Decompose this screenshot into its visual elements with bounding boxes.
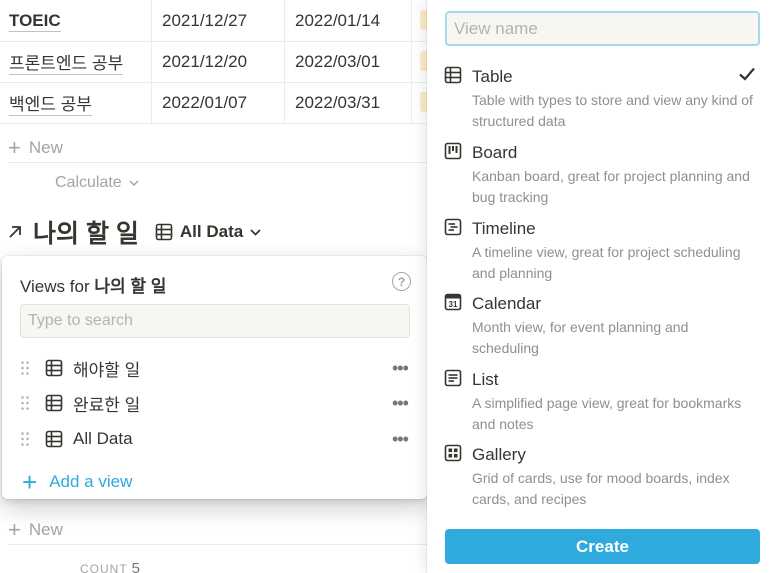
more-options-icon[interactable]: ••• bbox=[392, 358, 409, 379]
view-type-name: Board bbox=[472, 143, 518, 162]
view-item[interactable]: 해야할 일 ••• bbox=[2, 351, 427, 385]
help-icon[interactable]: ? bbox=[392, 272, 411, 291]
view-type-name: Timeline bbox=[472, 219, 536, 238]
table-row[interactable]: 프론트엔드 공부 2021/12/20 2022/03/01 bbox=[0, 41, 430, 83]
view-label: All Data bbox=[73, 429, 133, 448]
view-label: 완료한 일 bbox=[73, 395, 141, 415]
more-options-icon[interactable]: ••• bbox=[392, 429, 409, 450]
calendar-icon: 31 bbox=[444, 293, 462, 311]
new-row-button[interactable]: + New bbox=[8, 133, 428, 163]
view-type-description: A timeline view, great for project sched… bbox=[472, 244, 741, 281]
start-date-cell[interactable]: 2021/12/20 bbox=[162, 41, 247, 83]
view-type-name: List bbox=[472, 370, 499, 389]
view-type-description: Month view, for event planning and sched… bbox=[472, 319, 689, 356]
row-name-cell[interactable]: 프론트엔드 공부 bbox=[9, 41, 124, 83]
end-date-cell[interactable]: 2022/03/01 bbox=[295, 41, 380, 83]
view-type-name: Table bbox=[472, 67, 513, 86]
more-options-icon[interactable]: ••• bbox=[392, 393, 409, 414]
view-item[interactable]: 완료한 일 ••• bbox=[2, 386, 427, 420]
end-date-cell[interactable]: 2022/01/14 bbox=[295, 0, 380, 42]
plus-icon: + bbox=[8, 516, 21, 542]
view-type-name: Gallery bbox=[472, 445, 526, 464]
database-header: 나의 할 일 All Data bbox=[7, 214, 261, 250]
start-date-cell[interactable]: 2021/12/27 bbox=[162, 0, 247, 42]
view-type-gallery[interactable]: Gallery Grid of cards, use for mood boar… bbox=[427, 444, 773, 510]
view-label: 해야할 일 bbox=[73, 360, 141, 380]
plus-icon: + bbox=[8, 134, 21, 160]
view-type-calendar[interactable]: 31 Calendar Month view, for event planni… bbox=[427, 293, 773, 359]
svg-text:31: 31 bbox=[449, 300, 458, 309]
table-row[interactable]: 백엔드 공부 2022/01/07 2022/03/31 bbox=[0, 82, 430, 124]
new-view-panel: Table Table with types to store and view… bbox=[427, 0, 773, 573]
add-view-button[interactable]: + Add a view bbox=[22, 469, 132, 495]
link-arrow-icon[interactable] bbox=[7, 224, 23, 240]
view-type-board[interactable]: Board Kanban board, great for project pl… bbox=[427, 142, 773, 208]
table-icon bbox=[45, 394, 63, 412]
list-icon bbox=[444, 369, 462, 387]
drag-handle-icon[interactable] bbox=[20, 431, 30, 447]
view-search-input[interactable] bbox=[20, 304, 410, 338]
calculate-button[interactable]: Calculate bbox=[55, 174, 139, 192]
drag-handle-icon[interactable] bbox=[20, 360, 30, 376]
end-date-cell[interactable]: 2022/03/31 bbox=[295, 82, 380, 124]
view-type-description: Table with types to store and view any k… bbox=[472, 92, 753, 129]
table-row[interactable]: TOEIC 2021/12/27 2022/01/14 bbox=[0, 0, 430, 42]
start-date-cell[interactable]: 2022/01/07 bbox=[162, 82, 247, 124]
table-icon bbox=[444, 66, 462, 84]
table-icon bbox=[45, 430, 63, 448]
view-name-input[interactable] bbox=[445, 11, 760, 46]
view-selector[interactable]: All Data bbox=[155, 222, 261, 242]
views-popup-header: Views for 나의 할 일 bbox=[20, 277, 167, 296]
row-name-cell[interactable]: 백엔드 공부 bbox=[9, 82, 92, 124]
table-icon bbox=[155, 223, 173, 241]
board-icon bbox=[444, 142, 462, 160]
count-summary[interactable]: COUNT 5 bbox=[80, 560, 140, 573]
gallery-icon bbox=[444, 444, 462, 462]
view-type-name: Calendar bbox=[472, 294, 541, 313]
drag-handle-icon[interactable] bbox=[20, 395, 30, 411]
new-row-button[interactable]: + New bbox=[8, 515, 428, 545]
timeline-icon bbox=[444, 218, 462, 236]
checkmark-icon bbox=[739, 67, 755, 81]
view-type-description: A simplified page view, great for bookma… bbox=[472, 395, 742, 432]
views-popup: Views for 나의 할 일 ? 해야할 일 ••• bbox=[2, 256, 427, 499]
view-type-list[interactable]: List A simplified page view, great for b… bbox=[427, 369, 773, 435]
row-name-cell[interactable]: TOEIC bbox=[9, 0, 61, 42]
view-type-description: Grid of cards, use for mood boards, inde… bbox=[472, 470, 730, 507]
view-type-description: Kanban board, great for project planning… bbox=[472, 168, 750, 205]
plus-icon: + bbox=[22, 467, 38, 497]
view-item[interactable]: All Data ••• bbox=[2, 422, 427, 456]
chevron-down-icon bbox=[129, 180, 139, 187]
table-icon bbox=[45, 359, 63, 377]
view-type-table[interactable]: Table Table with types to store and view… bbox=[427, 66, 773, 132]
database-title[interactable]: 나의 할 일 bbox=[33, 214, 139, 250]
create-button[interactable]: Create bbox=[445, 529, 760, 564]
view-type-timeline[interactable]: Timeline A timeline view, great for proj… bbox=[427, 218, 773, 284]
chevron-down-icon bbox=[250, 229, 261, 236]
